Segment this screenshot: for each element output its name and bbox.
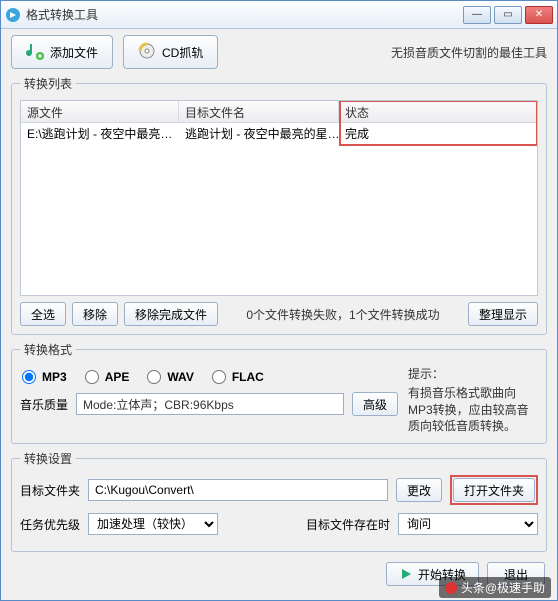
- dest-folder-input[interactable]: [88, 479, 388, 501]
- slogan-text: 无损音质文件切割的最佳工具: [391, 44, 547, 61]
- watermark-icon: [445, 582, 457, 594]
- radio-ape[interactable]: APE: [85, 370, 130, 384]
- radio-wav[interactable]: WAV: [147, 370, 193, 384]
- settings-legend: 转换设置: [20, 450, 76, 467]
- conversion-list-legend: 转换列表: [20, 75, 76, 92]
- radio-ape-input[interactable]: [85, 370, 99, 384]
- advanced-button[interactable]: 高级: [352, 392, 398, 416]
- conversion-list-group: 转换列表 源文件 目标文件名 状态 E:\逃跑计划 - 夜空中最亮… 逃跑计划 …: [11, 75, 547, 335]
- settings-group: 转换设置 目标文件夹 更改 打开文件夹 任务优先级 加速处理（较快） 目标文件存…: [11, 450, 547, 552]
- quality-display[interactable]: [76, 393, 344, 415]
- conversion-summary: 0个文件转换失败，1个文件转换成功: [224, 306, 462, 323]
- cd-icon: [138, 42, 156, 63]
- quality-label: 音乐质量: [20, 396, 68, 413]
- tidy-display-button[interactable]: 整理显示: [468, 302, 538, 326]
- cell-target: 逃跑计划 - 夜空中最亮的星…: [179, 123, 339, 143]
- dest-folder-row: 目标文件夹 更改 打开文件夹: [20, 475, 538, 505]
- cd-rip-button[interactable]: CD抓轨: [123, 35, 218, 69]
- cd-rip-label: CD抓轨: [162, 44, 203, 61]
- radio-flac[interactable]: FLAC: [212, 370, 264, 384]
- radio-mp3-input[interactable]: [22, 370, 36, 384]
- watermark-text: 头条@极速手助: [461, 579, 545, 596]
- radio-flac-input[interactable]: [212, 370, 226, 384]
- format-options: MP3 APE WAV FLAC: [20, 366, 398, 388]
- content-area: 添加文件 CD抓轨 无损音质文件切割的最佳工具 转换列表 源文件 目标文件名 状…: [1, 29, 557, 600]
- select-all-button[interactable]: 全选: [20, 302, 66, 326]
- add-file-button[interactable]: 添加文件: [11, 35, 113, 69]
- highlight-open-folder: 打开文件夹: [450, 475, 538, 505]
- close-button[interactable]: ✕: [525, 6, 553, 24]
- main-toolbar: 添加文件 CD抓轨 无损音质文件切割的最佳工具: [11, 35, 547, 69]
- tip-body: 有损音乐格式歌曲向MP3转换，应由较高音质向较低音质转换。: [408, 385, 538, 435]
- watermark: 头条@极速手助: [439, 577, 551, 598]
- dest-folder-label: 目标文件夹: [20, 482, 80, 499]
- exists-select[interactable]: 询问: [398, 513, 538, 535]
- col-status[interactable]: 状态: [339, 101, 537, 122]
- radio-mp3[interactable]: MP3: [22, 370, 67, 384]
- remove-button[interactable]: 移除: [72, 302, 118, 326]
- format-group: 转换格式 MP3 APE WAV FLAC 音乐质量 高级: [11, 341, 547, 444]
- cell-source: E:\逃跑计划 - 夜空中最亮…: [21, 123, 179, 143]
- file-table: 源文件 目标文件名 状态 E:\逃跑计划 - 夜空中最亮… 逃跑计划 - 夜空中…: [20, 100, 538, 296]
- quality-row: 音乐质量 高级: [20, 392, 398, 416]
- music-add-icon: [26, 42, 44, 63]
- table-row[interactable]: E:\逃跑计划 - 夜空中最亮… 逃跑计划 - 夜空中最亮的星… 完成: [21, 123, 537, 143]
- table-header: 源文件 目标文件名 状态: [21, 101, 537, 123]
- col-target[interactable]: 目标文件名: [179, 101, 339, 122]
- minimize-button[interactable]: —: [463, 6, 491, 24]
- maximize-button[interactable]: ▭: [494, 6, 522, 24]
- window-title: 格式转换工具: [26, 6, 463, 23]
- titlebar: 格式转换工具 — ▭ ✕: [1, 1, 557, 29]
- format-legend: 转换格式: [20, 341, 76, 358]
- play-icon: [399, 567, 413, 581]
- app-icon: [5, 7, 21, 23]
- change-folder-button[interactable]: 更改: [396, 478, 442, 502]
- window-controls: — ▭ ✕: [463, 6, 553, 24]
- open-folder-button[interactable]: 打开文件夹: [453, 478, 535, 502]
- list-actions: 全选 移除 移除完成文件 0个文件转换失败，1个文件转换成功 整理显示: [20, 302, 538, 326]
- col-source[interactable]: 源文件: [21, 101, 179, 122]
- format-tip: 提示： 有损音乐格式歌曲向MP3转换，应由较高音质向较低音质转换。: [408, 366, 538, 435]
- tip-title: 提示：: [408, 366, 538, 383]
- priority-label: 任务优先级: [20, 516, 80, 533]
- radio-wav-input[interactable]: [147, 370, 161, 384]
- cell-status: 完成: [339, 123, 537, 143]
- exists-label: 目标文件存在时: [306, 516, 390, 533]
- priority-row: 任务优先级 加速处理（较快） 目标文件存在时 询问: [20, 513, 538, 535]
- priority-select[interactable]: 加速处理（较快）: [88, 513, 218, 535]
- remove-done-button[interactable]: 移除完成文件: [124, 302, 218, 326]
- add-file-label: 添加文件: [50, 44, 98, 61]
- app-window: 格式转换工具 — ▭ ✕ 添加文件 CD抓轨 无损音质文件切割的最佳工具 转换列…: [0, 0, 558, 601]
